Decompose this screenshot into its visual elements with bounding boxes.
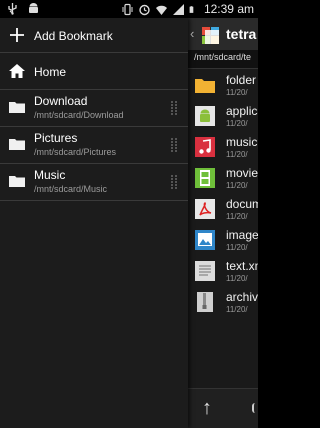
- file-date: 11/20/: [226, 150, 248, 159]
- file-name: archive: [226, 290, 258, 304]
- file-date: 11/20/: [226, 181, 248, 190]
- text-file-icon: [194, 260, 216, 282]
- up-arrow-icon[interactable]: ↑: [202, 397, 212, 420]
- bookmark-path: /mnt/sdcard/Music: [34, 184, 108, 194]
- file-date: 11/20/: [226, 212, 248, 221]
- file-row[interactable]: folder 11/20/: [188, 69, 258, 100]
- signal-icon: [172, 3, 184, 15]
- file-name: movie.: [226, 166, 258, 180]
- folder-icon: [8, 135, 26, 153]
- file-date: 11/20/: [226, 305, 248, 314]
- status-bar: 12:39 am: [0, 0, 258, 18]
- file-row[interactable]: music. 11/20/: [188, 131, 258, 162]
- archive-file-icon: [194, 291, 216, 313]
- home-icon: [9, 64, 25, 78]
- bookmark-item[interactable]: Download/mnt/sdcard/Download: [0, 90, 188, 126]
- file-name: image.: [226, 228, 258, 242]
- bookmark-item[interactable]: Pictures/mnt/sdcard/Pictures: [0, 127, 188, 163]
- wifi-icon: [155, 5, 167, 15]
- file-date: 11/20/: [226, 119, 248, 128]
- file-row[interactable]: applica11/20/: [188, 100, 258, 131]
- drag-handle-icon[interactable]: [170, 174, 178, 190]
- file-name: applica: [226, 104, 258, 118]
- file-row[interactable]: movie. 11/20/: [188, 162, 258, 193]
- clock: 12:39 am: [203, 2, 254, 16]
- app-header[interactable]: ‹ tetra: [188, 18, 258, 50]
- pdf-file-icon: [194, 198, 216, 220]
- folder-icon: [8, 98, 26, 116]
- file-row[interactable]: image.11/20/: [188, 224, 258, 255]
- file-list-panel: ‹ tetra /mnt/sdcard/te folder 11/20/appli…: [188, 18, 258, 428]
- bookmark-label: Pictures: [34, 131, 78, 145]
- file-row[interactable]: docum 11/20/: [188, 193, 258, 224]
- file-name: text.xm: [226, 259, 258, 273]
- file-name: music.: [226, 135, 258, 149]
- file-name: folder: [226, 73, 257, 87]
- image-file-icon: [194, 229, 216, 251]
- back-caret-icon[interactable]: ‹: [190, 26, 194, 41]
- file-row[interactable]: text.xm11/20/: [188, 255, 258, 286]
- drag-handle-icon[interactable]: [170, 100, 178, 116]
- usb-icon: [8, 3, 17, 15]
- bookmark-path: /mnt/sdcard/Pictures: [34, 147, 117, 157]
- file-date: 11/20/: [226, 88, 248, 97]
- home-label: Home: [34, 65, 67, 79]
- folder-icon: [8, 172, 26, 190]
- battery-icon: [189, 5, 194, 13]
- app-logo-icon: [202, 27, 219, 44]
- add-bookmark-button[interactable]: Add Bookmark: [0, 18, 188, 52]
- android-app-icon: [194, 105, 216, 127]
- file-date: 11/20/: [226, 243, 248, 252]
- folder-icon: [194, 74, 216, 96]
- bookmark-path: /mnt/sdcard/Download: [34, 110, 124, 120]
- more-icon[interactable]: [252, 403, 258, 413]
- alarm-icon: [139, 4, 150, 15]
- app-title: tetra: [226, 26, 257, 42]
- bookmark-drawer: Add Bookmark Home Download/mnt/sdcard/Do…: [0, 18, 188, 428]
- divider: [0, 200, 188, 201]
- path-bar[interactable]: /mnt/sdcard/te: [188, 50, 258, 69]
- android-icon: [29, 3, 38, 13]
- plus-icon: [10, 28, 24, 42]
- add-bookmark-label: Add Bookmark: [34, 29, 113, 43]
- file-row[interactable]: archive11/20/: [188, 286, 258, 317]
- drag-handle-icon[interactable]: [170, 137, 178, 153]
- bookmark-item[interactable]: Music/mnt/sdcard/Music: [0, 164, 188, 200]
- drawer-item-home[interactable]: Home: [0, 53, 188, 89]
- file-date: 11/20/: [226, 274, 248, 283]
- bottom-toolbar: ↑: [188, 388, 258, 428]
- bookmark-label: Download: [34, 94, 88, 108]
- music-file-icon: [194, 136, 216, 158]
- file-name: docum: [226, 197, 258, 211]
- movie-file-icon: [194, 167, 216, 189]
- vibrate-icon: [122, 3, 133, 15]
- bookmark-label: Music: [34, 168, 66, 182]
